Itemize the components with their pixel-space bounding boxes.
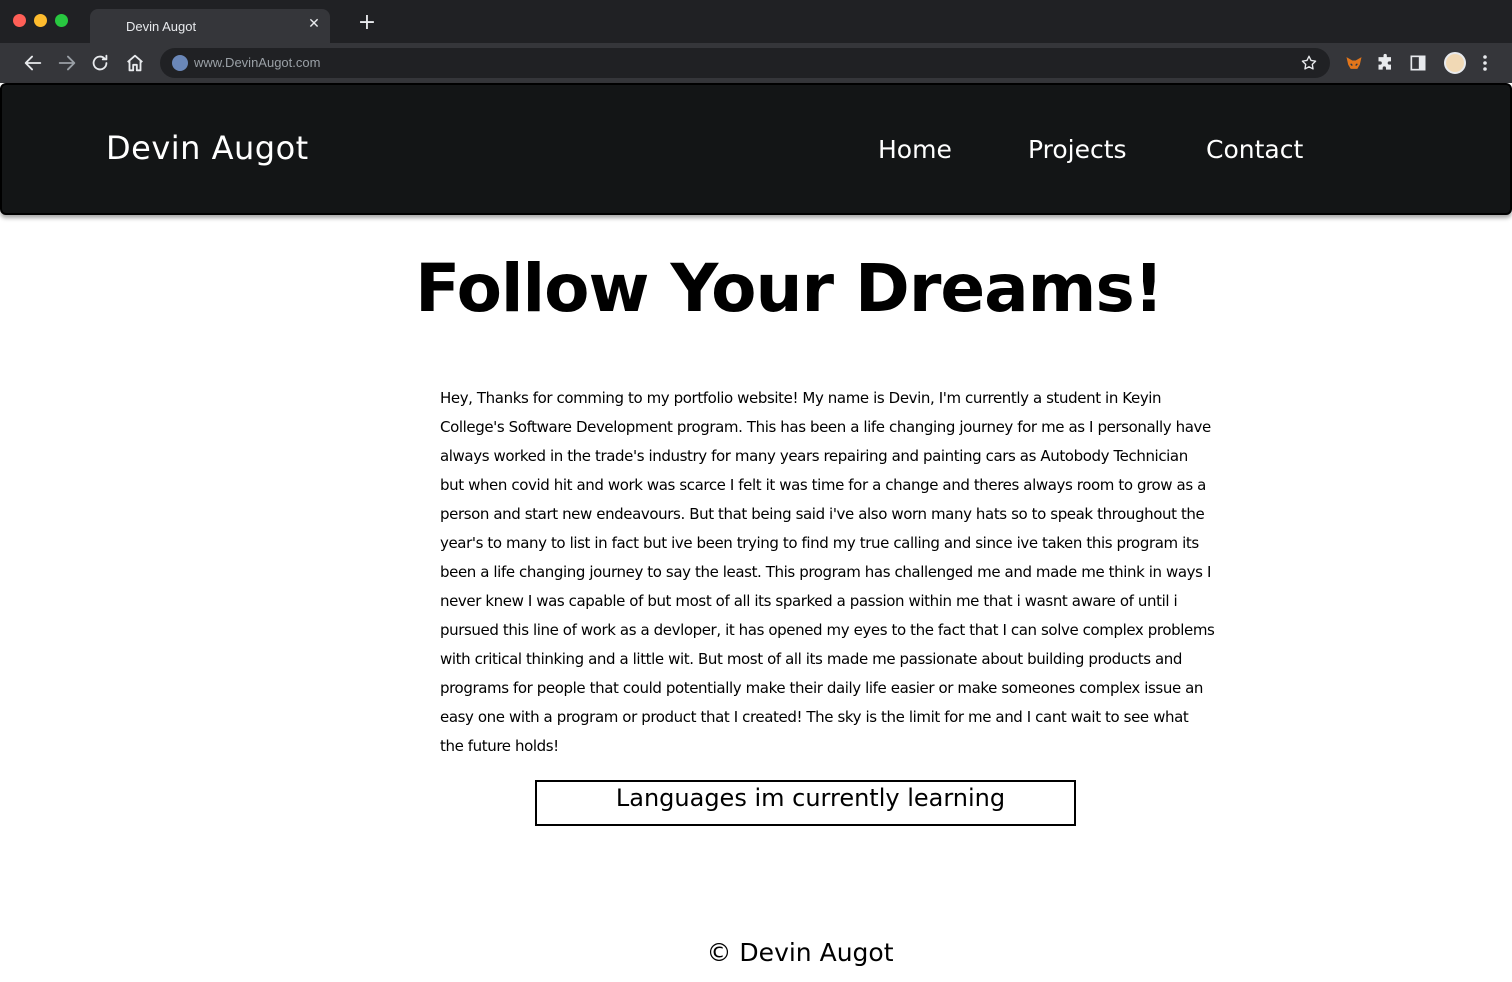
browser-tab-bar: Devin Augot ✕ + bbox=[0, 0, 1512, 43]
back-arrow-icon[interactable] bbox=[22, 52, 44, 74]
profile-avatar[interactable] bbox=[1444, 52, 1466, 74]
site-brand[interactable]: Devin Augot bbox=[106, 129, 309, 167]
browser-tab[interactable]: Devin Augot ✕ bbox=[90, 9, 330, 43]
minimize-window-button[interactable] bbox=[34, 14, 47, 27]
bio-paragraph: Hey, Thanks for comming to my portfolio … bbox=[440, 389, 1215, 755]
forward-arrow-icon[interactable] bbox=[56, 52, 78, 74]
languages-section: Languages im currently learning bbox=[535, 780, 1076, 826]
site-info-icon[interactable] bbox=[172, 55, 188, 71]
tab-title: Devin Augot bbox=[126, 19, 197, 34]
reload-icon[interactable] bbox=[89, 52, 111, 74]
url-text[interactable]: www.DevinAugot.com bbox=[194, 55, 320, 70]
metamask-extension-icon[interactable] bbox=[1344, 53, 1364, 73]
more-menu-icon[interactable] bbox=[1478, 53, 1492, 73]
browser-toolbar: www.DevinAugot.com bbox=[0, 43, 1512, 83]
new-tab-button[interactable]: + bbox=[356, 12, 378, 34]
address-bar[interactable]: www.DevinAugot.com bbox=[160, 48, 1330, 78]
tab-close-icon[interactable]: ✕ bbox=[306, 16, 322, 32]
home-icon[interactable] bbox=[124, 52, 146, 74]
extensions-puzzle-icon[interactable] bbox=[1376, 53, 1396, 73]
copyright-text: © Devin Augot bbox=[706, 938, 894, 967]
close-window-button[interactable] bbox=[13, 14, 26, 27]
site-footer: © Devin Augot bbox=[0, 938, 1512, 967]
maximize-window-button[interactable] bbox=[55, 14, 68, 27]
nav-projects-link[interactable]: Projects bbox=[1028, 135, 1127, 164]
nav-home-link[interactable]: Home bbox=[878, 135, 952, 164]
page-title: Follow Your Dreams! bbox=[415, 250, 1164, 327]
site-header: Devin Augot Home Projects Contact bbox=[0, 83, 1512, 215]
languages-title: Languages im currently learning bbox=[615, 784, 1006, 812]
nav-contact-link[interactable]: Contact bbox=[1206, 135, 1303, 164]
side-panel-icon[interactable] bbox=[1408, 53, 1428, 73]
bookmark-star-icon[interactable] bbox=[1300, 54, 1318, 72]
